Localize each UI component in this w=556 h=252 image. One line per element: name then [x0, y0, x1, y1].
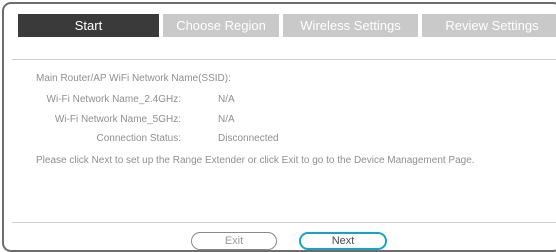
connection-status-value: Disconnected — [218, 133, 279, 144]
footer-divider — [12, 222, 556, 223]
tab-choose-region[interactable]: Choose Region — [163, 14, 279, 37]
wifi-5-row: Wi-Fi Network Name_5GHz: N/A — [0, 113, 556, 127]
wifi-5-value: N/A — [218, 114, 235, 125]
next-button[interactable]: Next — [299, 232, 387, 250]
tab-wireless-settings[interactable]: Wireless Settings — [283, 14, 418, 37]
wifi-24-row: Wi-Fi Network Name_2.4GHz: N/A — [0, 93, 556, 107]
wifi-24-value: N/A — [218, 94, 235, 105]
header-divider — [12, 59, 556, 60]
exit-button[interactable]: Exit — [191, 232, 277, 250]
connection-status-row: Connection Status: Disconnected — [0, 132, 556, 146]
main-ssid-label: Main Router/AP WiFi Network Name(SSID): — [36, 73, 231, 84]
instructions-text: Please click Next to set up the Range Ex… — [36, 155, 475, 166]
wizard-steps: Start Choose Region Wireless Settings Re… — [18, 14, 556, 37]
connection-status-label: Connection Status: — [96, 133, 182, 144]
tab-review-settings[interactable]: Review Settings — [422, 14, 556, 37]
wifi-5-label: Wi-Fi Network Name_5GHz: — [54, 114, 181, 125]
tab-start[interactable]: Start — [18, 14, 159, 37]
wizard-panel — [2, 2, 556, 252]
wifi-24-label: Wi-Fi Network Name_2.4GHz: — [46, 94, 181, 105]
